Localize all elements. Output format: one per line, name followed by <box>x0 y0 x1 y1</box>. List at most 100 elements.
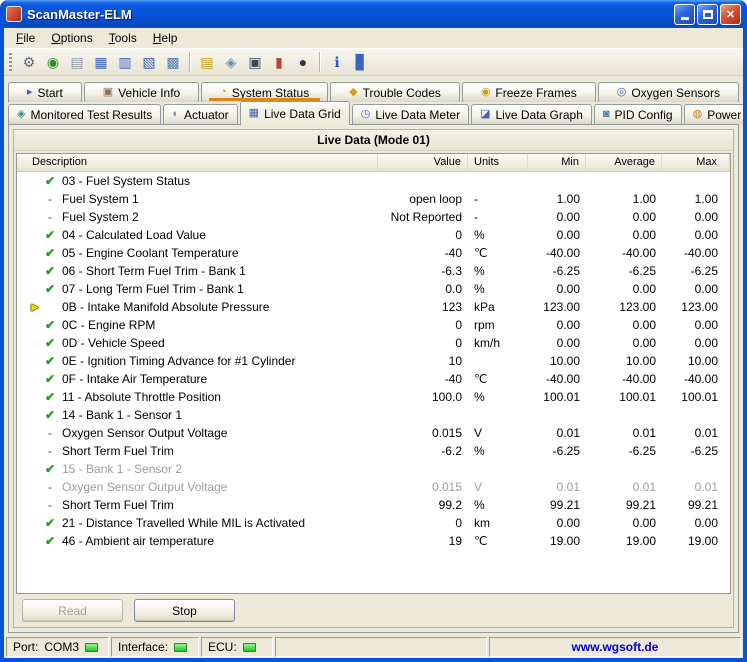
column-header-value[interactable]: Value <box>378 154 468 171</box>
column-header-max[interactable]: Max <box>662 154 730 171</box>
live-data-graph-button[interactable]: ▧ <box>137 50 161 74</box>
live-data-grid-button[interactable]: ▦ <box>89 50 113 74</box>
info-button[interactable]: ℹ <box>325 50 349 74</box>
row-average: 1.00 <box>632 192 656 206</box>
column-header-average[interactable]: Average <box>586 154 662 171</box>
column-header-description[interactable]: Description <box>17 154 378 171</box>
row-min: 19.00 <box>549 534 580 548</box>
maximize-button[interactable] <box>697 3 718 25</box>
oxygen-sensor-button[interactable]: ● <box>291 50 315 74</box>
statistics-button[interactable]: ▊ <box>349 50 373 74</box>
tab-icon: ◔ <box>220 86 227 98</box>
tab-icon: ▦ <box>248 107 260 119</box>
globe-button[interactable]: ◉ <box>41 50 65 74</box>
dash-icon: - <box>48 192 52 206</box>
close-button[interactable]: ✕ <box>720 3 741 25</box>
row-description: 04 - Calculated Load Value <box>62 228 206 242</box>
monitor-button[interactable]: ▣ <box>243 50 267 74</box>
toolbar-grip[interactable] <box>9 53 12 71</box>
table-row[interactable]: ✔ 0E - Ignition Timing Advance for #1 Cyl… <box>17 352 730 370</box>
thermometer-button[interactable]: ▮ <box>267 50 291 74</box>
table-row[interactable]: - Fuel System 2 Not Reported - 0.00 0.00 … <box>17 208 730 226</box>
tab-label: Actuator <box>183 107 229 122</box>
table-row[interactable]: - Fuel System 1 open loop - 1.00 1.00 1.0… <box>17 190 730 208</box>
check-icon: ✔ <box>44 516 56 530</box>
row-value: -6.2 <box>441 444 462 458</box>
tab-system-status[interactable]: ◔ System Status <box>201 82 329 102</box>
table-row[interactable]: ✔ 0C - Engine RPM 0 rpm 0.00 0.00 0.00 <box>17 316 730 334</box>
tab-freeze-frames[interactable]: ◉ Freeze Frames <box>461 82 596 102</box>
read-button[interactable]: Read <box>22 599 123 622</box>
table-row[interactable]: ► 0B - Intake Manifold Absolute Pressure … <box>17 298 730 316</box>
row-average: 100.01 <box>619 390 656 404</box>
tab-power[interactable]: ◍ Power <box>683 104 743 124</box>
menu-tools[interactable]: Tools <box>101 29 145 47</box>
row-min: 0.00 <box>556 282 580 296</box>
interface-tools-button[interactable]: ⚙ <box>17 50 41 74</box>
trouble-codes-button[interactable]: ▤ <box>195 50 219 74</box>
table-row[interactable]: ✔ 46 - Ambient air temperature 19 ℃ 19.00… <box>17 532 730 550</box>
check-icon: ✔ <box>44 408 56 422</box>
tab-actuator[interactable]: ◐ Actuator <box>163 104 238 124</box>
row-units: % <box>474 228 485 242</box>
dash-icon: - <box>48 444 52 458</box>
stop-button[interactable]: Stop <box>134 599 235 622</box>
website-link[interactable]: www.wgsoft.de <box>572 640 659 654</box>
table-row[interactable]: ✔ 0F - Intake Air Temperature -40 ℃ -40.0… <box>17 370 730 388</box>
tab-vehicle-info[interactable]: ▣ Vehicle Info <box>83 82 200 102</box>
table-row[interactable]: ✔ 03 - Fuel System Status <box>17 172 730 190</box>
window-controls: ✕ <box>674 3 741 25</box>
table-row[interactable]: ✔ 15 - Bank 1 - Sensor 2 <box>17 460 730 478</box>
tab-oxygen-sensors[interactable]: ◎ Oxygen Sensors <box>597 82 740 102</box>
live-data-meter-button[interactable]: ▥ <box>113 50 137 74</box>
row-min <box>528 172 586 190</box>
table-row[interactable]: ✔ 11 - Absolute Throttle Position 100.0 %… <box>17 388 730 406</box>
table-row[interactable]: ✔ 05 - Engine Coolant Temperature -40 ℃ -… <box>17 244 730 262</box>
column-header-units[interactable]: Units <box>468 154 528 171</box>
table-row[interactable]: ✔ 0D - Vehicle Speed 0 km/h 0.00 0.00 0.0… <box>17 334 730 352</box>
tab-monitored-test-results[interactable]: ◈ Monitored Test Results <box>8 104 162 124</box>
tab-live-data-meter[interactable]: ◷ Live Data Meter <box>351 104 470 124</box>
tab-live-data-grid[interactable]: ▦ Live Data Grid <box>239 101 350 125</box>
freeze-frames-button[interactable]: ◈ <box>219 50 243 74</box>
tab-label: Live Data Meter <box>375 107 461 122</box>
live-data-panel: Live Data (Mode 01) Description Value Un… <box>13 129 734 628</box>
row-units: km <box>474 516 490 530</box>
table-row[interactable]: - Oxygen Sensor Output Voltage 0.015 V 0.… <box>17 478 730 496</box>
table-row[interactable]: ✔ 04 - Calculated Load Value 0 % 0.00 0.0… <box>17 226 730 244</box>
tab-live-data-graph[interactable]: ◪ Live Data Graph <box>471 104 592 124</box>
table-row[interactable]: ✔ 07 - Long Term Fuel Trim - Bank 1 0.0 %… <box>17 280 730 298</box>
row-max: 0.01 <box>694 480 718 494</box>
table-row[interactable]: ✔ 06 - Short Term Fuel Trim - Bank 1 -6.3… <box>17 262 730 280</box>
row-units: - <box>474 192 478 206</box>
row-value: 0 <box>455 228 462 242</box>
row-max: 0.00 <box>694 210 718 224</box>
row-min: 0.00 <box>556 210 580 224</box>
table-row[interactable]: ✔ 21 - Distance Travelled While MIL is Ac… <box>17 514 730 532</box>
dash-icon: - <box>48 498 52 512</box>
pid-config-button[interactable]: ▩ <box>161 50 185 74</box>
vehicle-info-button[interactable]: ▤ <box>65 50 89 74</box>
live-data-grid: Description Value Units Min Average Max … <box>16 153 731 594</box>
tab-start[interactable]: ▸ Start <box>8 82 82 102</box>
row-units: % <box>474 264 485 278</box>
column-header-min[interactable]: Min <box>528 154 586 171</box>
menu-options[interactable]: Options <box>43 29 100 47</box>
table-row[interactable]: - Short Term Fuel Trim -6.2 % -6.25 -6.25… <box>17 442 730 460</box>
row-description: 21 - Distance Travelled While MIL is Act… <box>62 516 305 530</box>
window-title: ScanMaster-ELM <box>27 6 132 22</box>
row-min: 0.00 <box>556 228 580 242</box>
menu-help[interactable]: Help <box>145 29 186 47</box>
menu-file[interactable]: File <box>8 29 43 47</box>
tab-pid-config[interactable]: ◙ PID Config <box>593 104 682 124</box>
toolbar-separator <box>319 52 321 72</box>
table-row[interactable]: ✔ 14 - Bank 1 - Sensor 1 <box>17 406 730 424</box>
table-row[interactable]: - Oxygen Sensor Output Voltage 0.015 V 0.… <box>17 424 730 442</box>
table-row[interactable]: - Short Term Fuel Trim 99.2 % 99.21 99.21… <box>17 496 730 514</box>
info-icon: ℹ <box>334 54 340 70</box>
minimize-button[interactable] <box>674 3 695 25</box>
row-units: % <box>474 390 485 404</box>
row-description: 11 - Absolute Throttle Position <box>62 390 221 404</box>
check-icon: ✔ <box>44 462 56 476</box>
tab-trouble-codes[interactable]: ◆ Trouble Codes <box>330 82 460 102</box>
